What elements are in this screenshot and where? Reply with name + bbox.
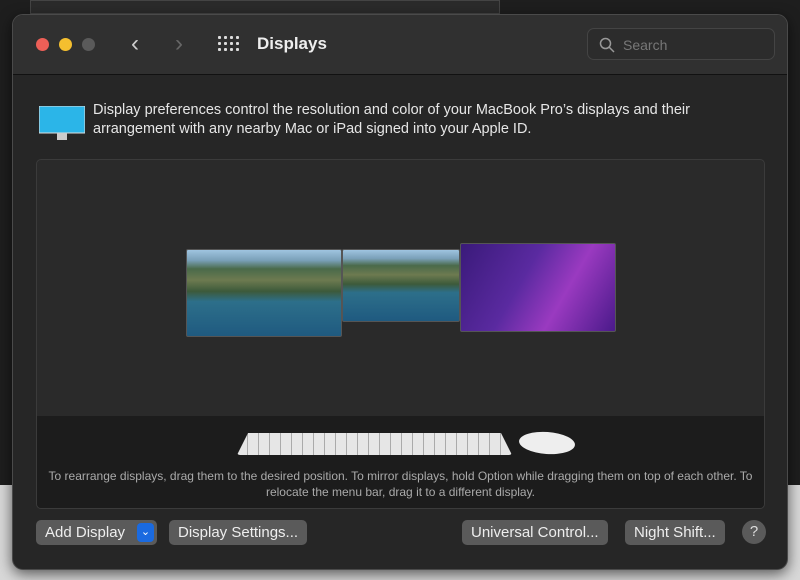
display-icon (39, 106, 85, 140)
close-button[interactable] (36, 38, 49, 51)
chevron-right-icon[interactable]: › (175, 30, 183, 58)
window-title: Displays (257, 34, 327, 53)
chevron-down-icon[interactable]: ⌄ (137, 523, 154, 542)
minimize-button[interactable] (59, 38, 72, 51)
add-display-label: Add Display (45, 524, 126, 541)
display-3[interactable] (460, 243, 616, 332)
mouse-icon (518, 430, 576, 456)
displays-window: ‹ › Displays Search Display preferences … (12, 14, 788, 570)
titlebar: ‹ › Displays Search (13, 15, 787, 75)
search-placeholder: Search (623, 37, 668, 53)
peripherals-area: To rearrange displays, drag them to the … (37, 416, 764, 508)
search-icon (599, 37, 615, 53)
arrangement-hint: To rearrange displays, drag them to the … (48, 469, 753, 499)
search-input[interactable]: Search (587, 28, 775, 60)
night-shift-button[interactable]: Night Shift... (625, 520, 725, 545)
arrangement-panel: To rearrange displays, drag them to the … (36, 159, 765, 509)
display-settings-button[interactable]: Display Settings... (169, 520, 308, 545)
info-text: Display preferences control the resoluti… (93, 102, 690, 137)
zoom-button[interactable] (82, 38, 95, 51)
chevron-left-icon[interactable]: ‹ (131, 30, 139, 58)
help-button[interactable]: ? (742, 520, 766, 544)
grid-icon[interactable] (218, 36, 239, 52)
universal-control-button[interactable]: Universal Control... (462, 520, 608, 545)
display-2[interactable] (342, 249, 460, 322)
keyboard-icon (237, 433, 512, 455)
display-1[interactable] (186, 249, 342, 337)
background-window (30, 0, 500, 14)
add-display-button[interactable]: Add Display ⌄ (36, 520, 157, 545)
